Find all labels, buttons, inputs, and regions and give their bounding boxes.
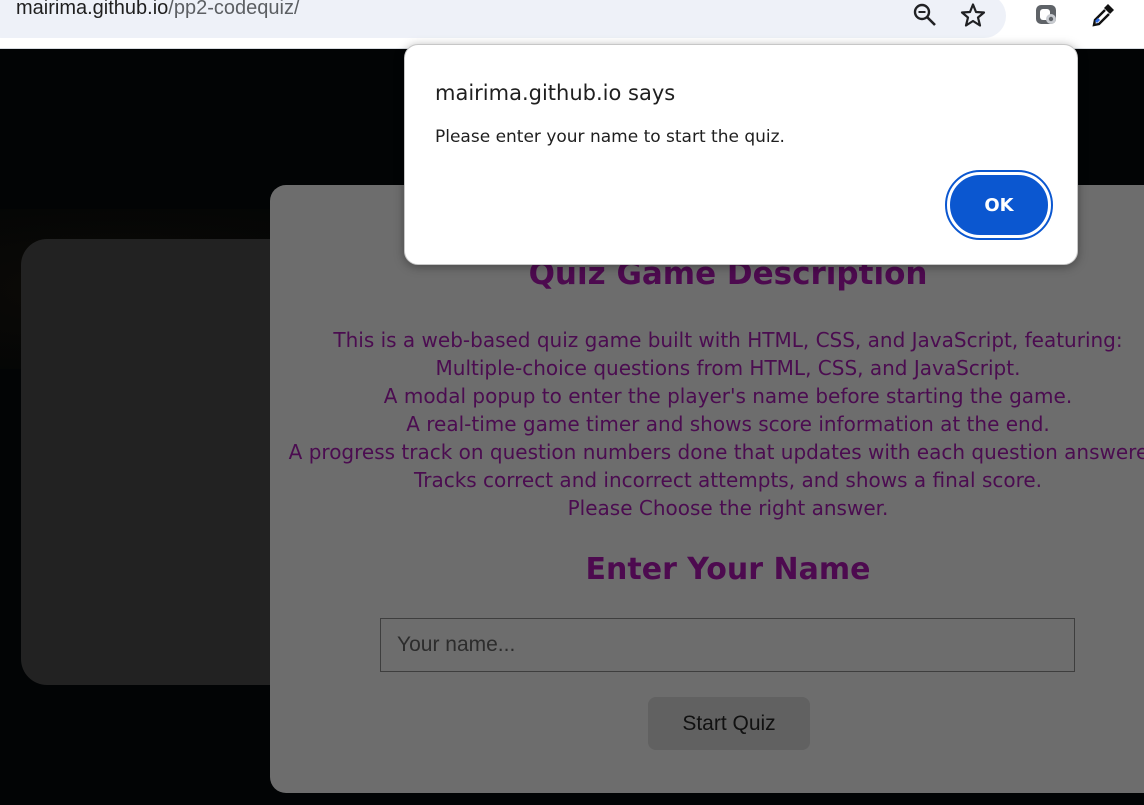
description-line: A modal popup to enter the player's name…: [383, 384, 1073, 408]
dialog-message: Please enter your name to start the quiz…: [435, 127, 785, 147]
enter-name-title: Enter Your Name: [585, 552, 871, 587]
alert-dialog: mairima.github.io says Please enter your…: [404, 44, 1078, 265]
ok-button[interactable]: OK: [945, 170, 1053, 240]
zoom-icon[interactable]: [912, 2, 938, 28]
dialog-title: mairima.github.io says: [435, 81, 676, 105]
eyedropper-icon[interactable]: [1090, 2, 1116, 28]
description-line: This is a web-based quiz game built with…: [333, 328, 1123, 352]
description-line: Multiple-choice questions from HTML, CSS…: [435, 356, 1021, 380]
start-quiz-button[interactable]: Start Quiz: [648, 697, 810, 750]
description-line: A progress track on question numbers don…: [288, 440, 1144, 464]
description-line: Tracks correct and incorrect attempts, a…: [413, 468, 1043, 492]
description-line: Please Choose the right answer.: [567, 496, 889, 520]
side-panel: [21, 239, 311, 685]
description-line: A real-time game timer and shows score i…: [406, 412, 1050, 436]
description-text: This is a web-based quiz game built with…: [270, 326, 1144, 522]
name-input[interactable]: [380, 618, 1075, 672]
address-bar[interactable]: mairima.github.io/pp2-codequiz/: [0, 0, 1006, 38]
extension-icon[interactable]: [1034, 2, 1060, 28]
url-domain: mairima.github.io: [16, 0, 169, 19]
url-path: /pp2-codequiz/: [168, 0, 300, 19]
bookmark-star-icon[interactable]: [960, 2, 986, 28]
browser-toolbar: mairima.github.io/pp2-codequiz/: [0, 0, 1144, 49]
url-text[interactable]: mairima.github.io/pp2-codequiz/: [16, 0, 300, 21]
